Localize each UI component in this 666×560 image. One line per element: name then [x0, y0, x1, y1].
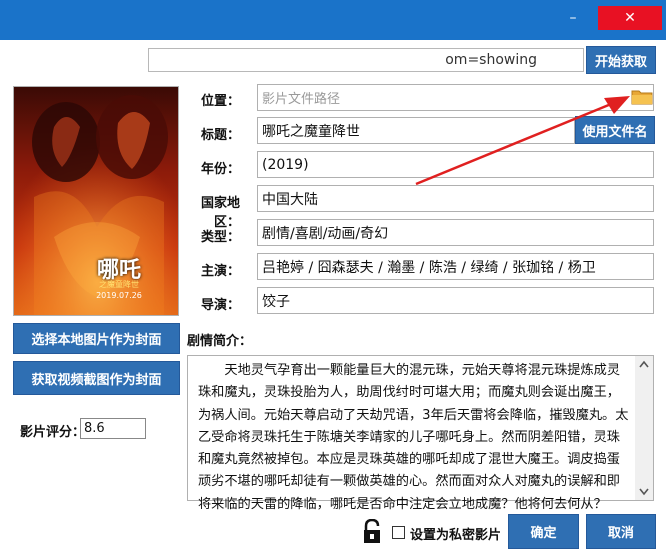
padlock-icon[interactable]	[362, 518, 384, 545]
plot-text: 天地灵气孕育出一颗能量巨大的混元珠，元始天尊将混元珠提炼成灵珠和魔丸，灵珠投胎为…	[198, 363, 629, 512]
plot-textarea[interactable]: 天地灵气孕育出一颗能量巨大的混元珠，元始天尊将混元珠提炼成灵珠和魔丸，灵珠投胎为…	[187, 355, 654, 512]
url-input[interactable]: om=showing	[148, 48, 584, 72]
private-label: 设置为私密影片	[410, 528, 502, 543]
region-value: 中国大陆	[262, 191, 318, 208]
plot-scrollbar[interactable]	[635, 356, 653, 500]
start-fetch-button[interactable]: 开始获取	[586, 46, 656, 74]
local-cover-button[interactable]: 选择本地图片作为封面	[13, 323, 180, 354]
location-placeholder: 影片文件路径	[262, 92, 341, 107]
annotation-arrow	[415, 96, 630, 186]
year-value: (2019)	[262, 156, 309, 173]
close-icon[interactable]: ✕	[598, 6, 662, 30]
genre-label: 类型：	[200, 230, 240, 245]
location-label: 位置：	[200, 94, 240, 109]
ok-button[interactable]: 确定	[508, 514, 579, 549]
movie-poster: 哪吒 之魔童降世 2019.07.26	[13, 86, 179, 316]
plot-label: 剧情简介：	[187, 334, 253, 349]
rating-value: 8.6	[84, 421, 105, 436]
region-label: 国家地区：	[200, 196, 240, 230]
title-label: 标题：	[200, 128, 240, 143]
rating-label: 影片评分：	[20, 425, 86, 440]
cancel-button[interactable]: 取消	[586, 514, 656, 549]
cast-input[interactable]: 吕艳婷 / 囧森瑟夫 / 瀚墨 / 陈浩 / 绿绮 / 张珈铭 / 杨卫	[257, 253, 654, 280]
title-bar-gap	[0, 40, 460, 48]
scroll-up-icon	[639, 360, 649, 368]
director-input[interactable]: 饺子	[257, 287, 654, 314]
private-checkbox[interactable]	[392, 526, 405, 539]
director-label: 导演：	[200, 298, 240, 313]
genre-input[interactable]: 剧情/喜剧/动画/奇幻	[257, 219, 654, 246]
genre-value: 剧情/喜剧/动画/奇幻	[262, 225, 389, 242]
poster-caption-sub: 之魔童降世	[99, 280, 139, 289]
cast-value: 吕艳婷 / 囧森瑟夫 / 瀚墨 / 陈浩 / 绿绮 / 张珈铭 / 杨卫	[262, 259, 596, 276]
director-value: 饺子	[262, 293, 290, 310]
title-value: 哪吒之魔童降世	[262, 123, 360, 140]
scroll-down-icon	[639, 488, 649, 496]
video-cover-button[interactable]: 获取视频截图作为封面	[13, 361, 180, 395]
poster-caption-date: 2019.07.26	[96, 291, 142, 300]
cast-label: 主演：	[200, 264, 240, 279]
year-label: 年份：	[200, 162, 240, 177]
rating-input[interactable]: 8.6	[80, 418, 146, 439]
url-input-value: om=showing	[445, 52, 537, 68]
